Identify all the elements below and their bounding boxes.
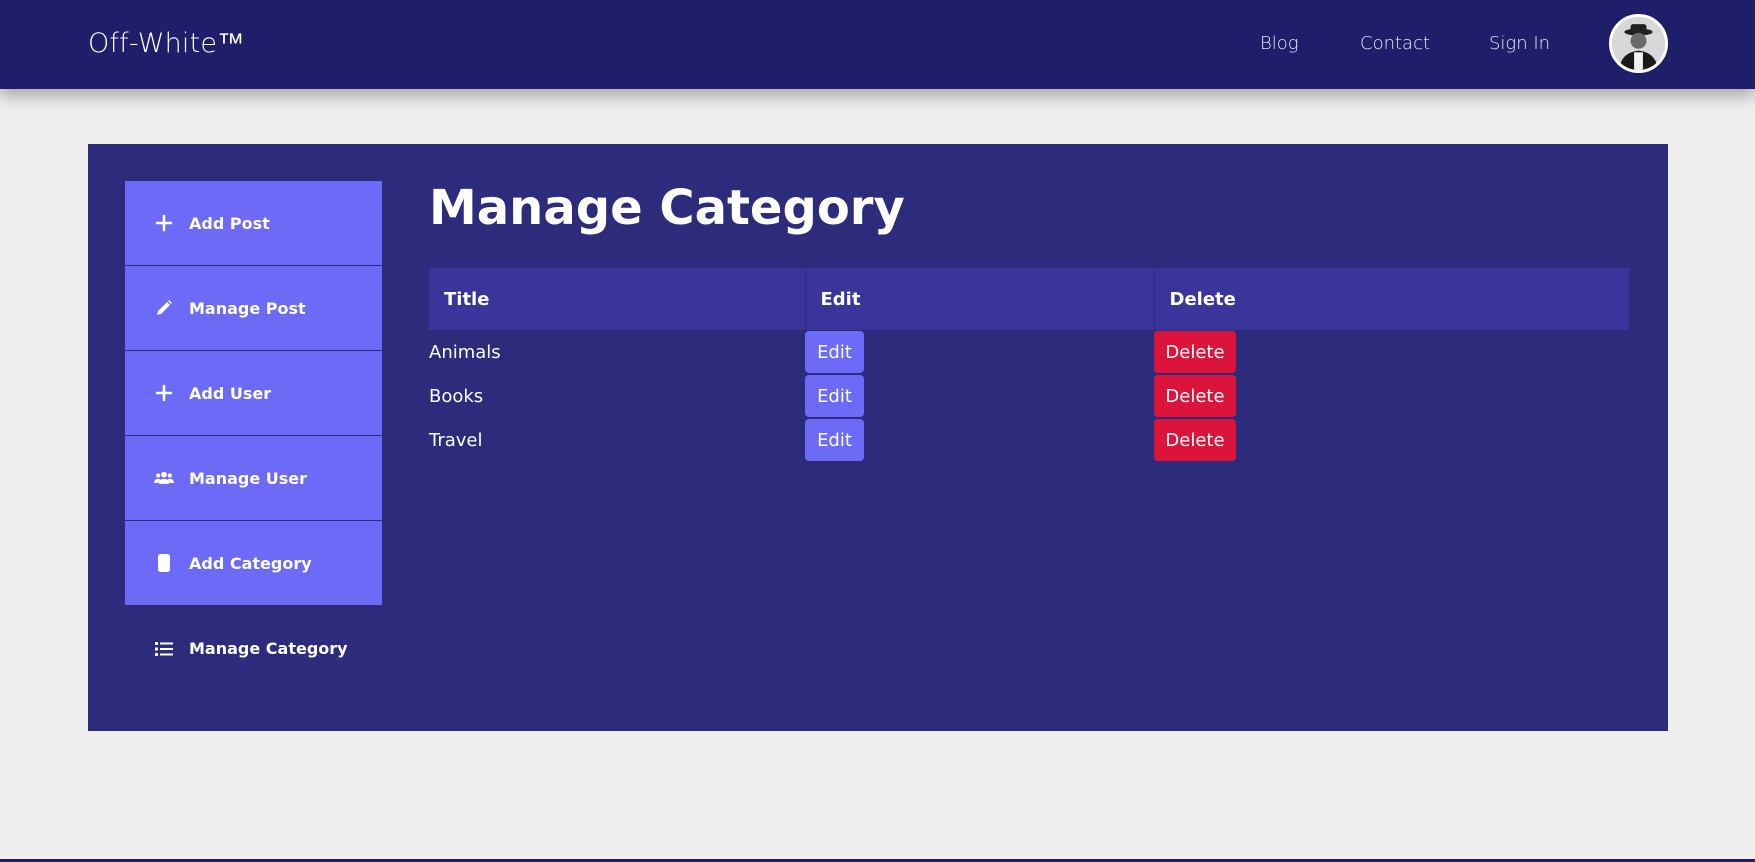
sidebar-item-label: Add Post [189,213,270,233]
sidebar-item-label: Add Category [189,553,312,573]
nav-link-contact[interactable]: Contact [1360,33,1430,54]
list-icon [153,638,175,660]
sidebar-item-label: Manage Category [189,639,348,658]
delete-button[interactable]: Delete [1154,331,1236,373]
plus-icon [153,212,175,234]
users-icon [153,467,175,489]
sidebar-item-label: Manage User [189,468,308,488]
sidebar-item-manage-category[interactable]: Manage Category [125,606,382,691]
delete-button[interactable]: Delete [1154,419,1236,461]
sidebar-item-label: Manage Post [189,298,306,318]
delete-button[interactable]: Delete [1154,375,1236,417]
category-table: Title Edit Delete Animals Edit Delete Bo… [429,268,1629,462]
table-header-row: Title Edit Delete [429,268,1629,330]
edit-button[interactable]: Edit [805,375,864,417]
mobile-icon [153,552,175,574]
sidebar-item-manage-post[interactable]: Manage Post [125,266,382,351]
table-row: Travel Edit Delete [429,418,1629,462]
sidebar-item-manage-user[interactable]: Manage User [125,436,382,521]
category-title: Animals [429,341,501,363]
page-title: Manage Category [429,180,905,236]
top-navbar: Off-White™ Blog Contact Sign In [0,0,1755,89]
plus-icon [153,382,175,404]
user-avatar[interactable] [1609,14,1668,73]
sidebar-item-add-post[interactable]: Add Post [125,181,382,266]
column-header-edit: Edit [805,268,1155,330]
category-title: Travel [429,429,483,451]
nav-link-blog[interactable]: Blog [1260,33,1299,54]
avatar-image [1612,17,1665,70]
table-row: Books Edit Delete [429,374,1629,418]
edit-button[interactable]: Edit [805,331,864,373]
sidebar-item-add-category[interactable]: Add Category [125,521,382,606]
admin-sidebar: Add Post Manage Post Add User Manage Use… [125,181,382,691]
sidebar-item-add-user[interactable]: Add User [125,351,382,436]
brand-logo[interactable]: Off-White™ [88,28,244,59]
main-content: Manage Category Title Edit Delete Animal… [429,180,1629,461]
table-row: Animals Edit Delete [429,330,1629,374]
category-title: Books [429,385,484,407]
column-header-delete: Delete [1154,268,1629,330]
edit-button[interactable]: Edit [805,419,864,461]
nav-link-sign-in[interactable]: Sign In [1489,33,1550,54]
pencil-icon [153,297,175,319]
column-header-title: Title [429,268,806,330]
sidebar-item-label: Add User [189,383,272,403]
admin-panel: Add Post Manage Post Add User Manage Use… [88,144,1668,731]
